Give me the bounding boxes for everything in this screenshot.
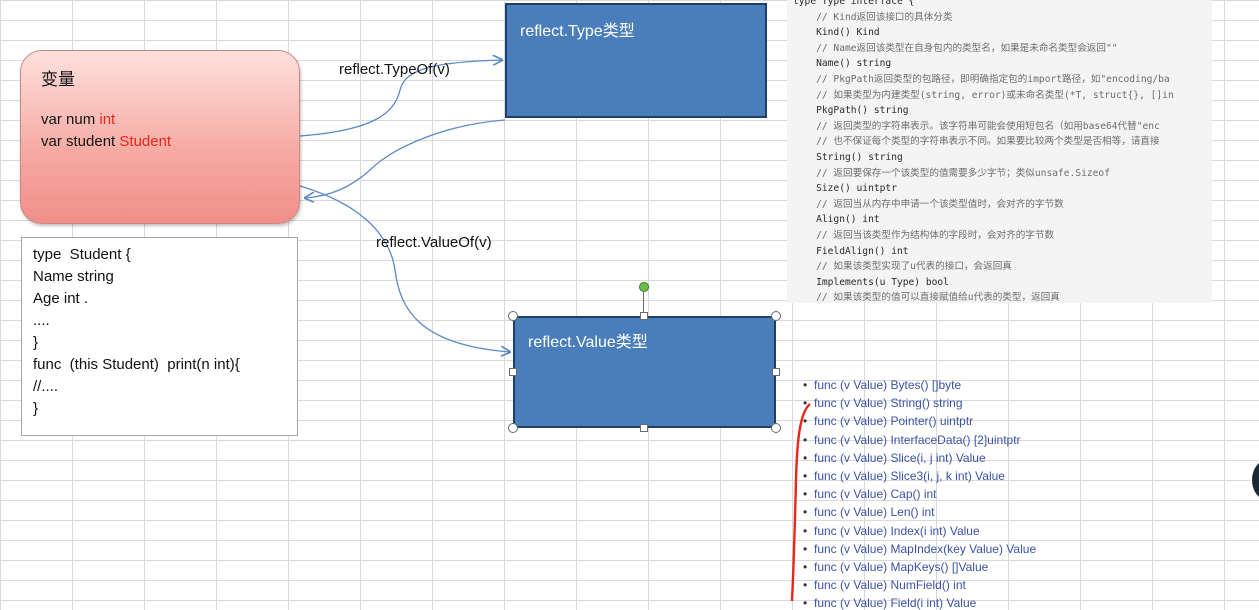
code-line: // 返回类型的字符串表示。该字符串可能会使用短包名（如用base64代替"en… — [793, 120, 1160, 132]
struct-line: func (this Student) print(n int){ — [33, 356, 240, 373]
code-line: // 如果类型为内建类型(string, error)或未命名类型(*T, st… — [793, 89, 1174, 101]
code-line: // PkgPath返回类型的包路径，即明确指定包的import路径，如"enc… — [793, 74, 1170, 85]
variables-box: 变量 var num int var student Student — [20, 50, 300, 224]
method-item[interactable]: func (v Value) String() string — [803, 396, 962, 410]
struct-line: Name string — [33, 268, 114, 285]
reflect-type-label: reflect.Type类型 — [520, 23, 635, 40]
resize-handle[interactable] — [771, 311, 781, 321]
code-line: type Type interface { — [793, 0, 915, 7]
code-line: // 返回当该类型作为结构体的字段时，会对齐的字节数 — [793, 230, 1055, 241]
var-num-line: var num int — [41, 111, 116, 128]
method-item[interactable]: func (v Value) Pointer() uintptr — [803, 414, 973, 428]
code-line: Implements(u Type) bool — [793, 276, 949, 288]
code-line: String() string — [793, 152, 903, 163]
resize-handle[interactable] — [508, 423, 518, 433]
var-student-line: var student Student — [41, 133, 172, 150]
method-item[interactable]: func (v Value) MapIndex(key Value) Value — [803, 542, 1036, 556]
method-item[interactable]: func (v Value) Len() int — [803, 505, 934, 519]
variables-title: 变量 — [41, 70, 75, 89]
method-item[interactable]: func (v Value) Field(i int) Value — [803, 596, 976, 610]
int-type-label: int — [99, 111, 116, 128]
struct-line: type Student { — [33, 246, 131, 263]
method-item[interactable]: func (v Value) NumField() int — [803, 578, 966, 592]
struct-line: } — [33, 400, 39, 417]
reflect-value-box[interactable]: reflect.Value类型 — [513, 316, 776, 428]
code-line: // 返回当从内存中申请一个该类型值时，会对齐的字节数 — [793, 198, 1064, 210]
method-item[interactable]: func (v Value) Slice(i, j int) Value — [803, 451, 986, 465]
resize-handle[interactable] — [509, 368, 517, 376]
valueof-arrow — [284, 181, 510, 352]
struct-line: //.... — [33, 378, 59, 395]
method-item[interactable]: func (v Value) MapKeys() []Value — [803, 560, 988, 574]
code-line: Kind() Kind — [793, 27, 880, 39]
code-line: Size() uintptr — [793, 183, 897, 195]
method-item[interactable]: func (v Value) Index(i int) Value — [803, 524, 980, 538]
code-line: // Kind返回该接口的具体分类 — [793, 11, 953, 23]
resize-handle[interactable] — [772, 368, 780, 376]
method-item[interactable]: func (v Value) Bytes() []byte — [803, 378, 961, 392]
resize-handle[interactable] — [771, 423, 781, 433]
resize-handle[interactable] — [508, 311, 518, 321]
resize-handle[interactable] — [640, 424, 648, 432]
struct-line: } — [33, 334, 39, 351]
struct-code-box: type Student { Name string Age int . ...… — [21, 237, 298, 436]
code-line: Name() string — [793, 58, 892, 70]
code-line: // 也不保证每个类型的字符串表示不同。如果要比较两个类型是否相等，请直接 — [793, 136, 1160, 148]
reflect-value-label: reflect.Value类型 — [528, 334, 648, 351]
reflect-type-box[interactable]: reflect.Type类型 — [505, 3, 767, 118]
method-item[interactable]: func (v Value) InterfaceData() [2]uintpt… — [803, 433, 1021, 447]
bracket-methods — [790, 403, 811, 601]
typeof-label: reflect.TypeOf(v) — [339, 61, 450, 78]
student-type-label: Student — [119, 133, 172, 150]
code-line: // Name返回该类型在自身包内的类型名，如果是未命名类型会返回"" — [793, 42, 1118, 54]
struct-line: .... — [33, 312, 50, 329]
rotate-handle[interactable] — [639, 282, 649, 292]
struct-line: Age int . — [33, 290, 89, 307]
type-interface-code-panel: type Type interface { // Kind返回该接口的具体分类 … — [787, 0, 1212, 303]
code-line: // 返回要保存一个该类型的值需要多少字节；类似unsafe.Sizeof — [793, 167, 1110, 179]
valueof-label: reflect.ValueOf(v) — [376, 234, 492, 251]
code-line: Align() int — [793, 214, 880, 226]
code-line: PkgPath() string — [793, 105, 909, 117]
code-line: // 如果该类型实现了u代表的接口，会返回真 — [793, 261, 1012, 273]
code-line: FieldAlign() int — [793, 245, 909, 257]
method-item[interactable]: func (v Value) Slice3(i, j, k int) Value — [803, 469, 1005, 483]
code-line: // 如果该类型的值可以直接赋值给u代表的类型，返回真 — [793, 292, 1060, 303]
resize-handle[interactable] — [640, 312, 648, 320]
method-item[interactable]: func (v Value) Cap() int — [803, 487, 936, 501]
